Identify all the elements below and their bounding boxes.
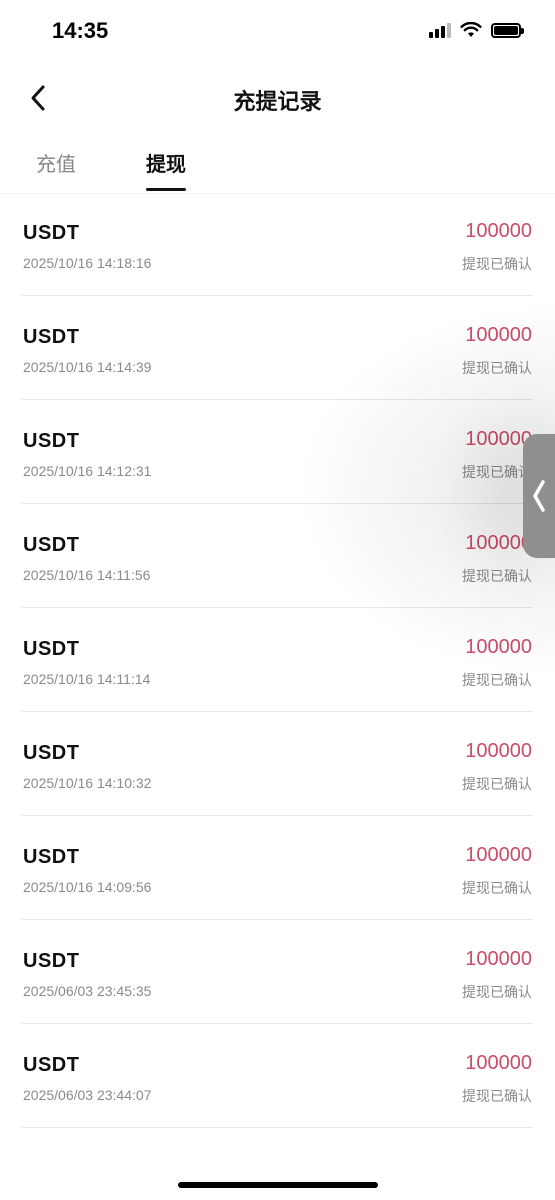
record-currency: USDT [23, 326, 80, 348]
side-handle[interactable] [523, 434, 555, 558]
tab-withdraw[interactable]: 提现 [146, 148, 186, 191]
record-currency: USDT [23, 222, 80, 244]
record-time: 2025/10/16 14:18:16 [23, 255, 152, 271]
tab-bar: 充值 提现 [0, 140, 555, 194]
record-currency: USDT [23, 430, 80, 452]
record-time: 2025/10/16 14:09:56 [23, 879, 152, 895]
record-status: 提现已确认 [462, 880, 532, 896]
record-time: 2025/10/16 14:11:14 [23, 671, 151, 687]
record-amount: 100000 [465, 740, 532, 762]
wifi-icon [460, 22, 482, 37]
home-indicator [178, 1182, 378, 1188]
record-amount: 100000 [465, 636, 532, 658]
record-row[interactable]: USDT 2025/10/16 14:11:56 100000 提现已确认 [22, 504, 533, 608]
record-status: 提现已确认 [462, 464, 532, 480]
record-status: 提现已确认 [462, 776, 532, 792]
record-currency: USDT [23, 534, 80, 556]
record-amount: 100000 [465, 948, 532, 970]
record-amount: 100000 [465, 220, 532, 242]
record-row[interactable]: USDT 2025/10/16 14:12:31 100000 提现已确认 [22, 400, 533, 504]
status-bar: 14:35 [0, 0, 555, 62]
withdraw-records-page: 14:35 充提记录 充值 提现 USDT 2025/10/16 14:18:1… [0, 0, 555, 1200]
record-row[interactable]: USDT 2025/10/16 14:10:32 100000 提现已确认 [22, 712, 533, 816]
record-amount: 100000 [465, 844, 532, 866]
record-amount: 100000 [465, 1052, 532, 1074]
record-status: 提现已确认 [462, 360, 532, 376]
record-time: 2025/10/16 14:14:39 [23, 359, 152, 375]
record-row[interactable]: USDT 2025/06/03 23:45:35 100000 提现已确认 [22, 920, 533, 1024]
record-status: 提现已确认 [462, 256, 532, 272]
record-status: 提现已确认 [462, 1088, 532, 1104]
record-currency: USDT [23, 742, 80, 764]
record-currency: USDT [23, 1054, 80, 1076]
status-icons [429, 22, 524, 38]
record-row[interactable]: USDT 2025/06/03 23:44:07 100000 提现已确认 [22, 1024, 533, 1128]
chevron-left-icon [533, 480, 545, 512]
record-currency: USDT [23, 950, 80, 972]
record-status: 提现已确认 [462, 568, 532, 584]
record-currency: USDT [23, 846, 80, 868]
record-amount: 100000 [465, 324, 532, 346]
record-currency: USDT [23, 638, 80, 660]
record-time: 2025/10/16 14:10:32 [23, 775, 152, 791]
nav-header: 充提记录 [0, 70, 555, 126]
status-time: 14:35 [52, 18, 109, 43]
record-list: USDT 2025/10/16 14:18:16 100000 提现已确认 US… [22, 192, 533, 1128]
record-status: 提现已确认 [462, 672, 532, 688]
cellular-signal-icon [429, 22, 451, 38]
page-title: 充提记录 [233, 89, 322, 114]
record-row[interactable]: USDT 2025/10/16 14:18:16 100000 提现已确认 [22, 192, 533, 296]
record-row[interactable]: USDT 2025/10/16 14:14:39 100000 提现已确认 [22, 296, 533, 400]
record-time: 2025/06/03 23:45:35 [23, 983, 152, 999]
record-row[interactable]: USDT 2025/10/16 14:09:56 100000 提现已确认 [22, 816, 533, 920]
record-amount: 100000 [465, 532, 532, 554]
tab-recharge[interactable]: 充值 [36, 148, 76, 191]
record-time: 2025/10/16 14:12:31 [23, 463, 152, 479]
record-row[interactable]: USDT 2025/10/16 14:11:14 100000 提现已确认 [22, 608, 533, 712]
record-time: 2025/10/16 14:11:56 [23, 567, 151, 583]
record-time: 2025/06/03 23:44:07 [23, 1087, 152, 1103]
record-status: 提现已确认 [462, 984, 532, 1000]
battery-icon [491, 22, 524, 38]
record-amount: 100000 [465, 428, 532, 450]
